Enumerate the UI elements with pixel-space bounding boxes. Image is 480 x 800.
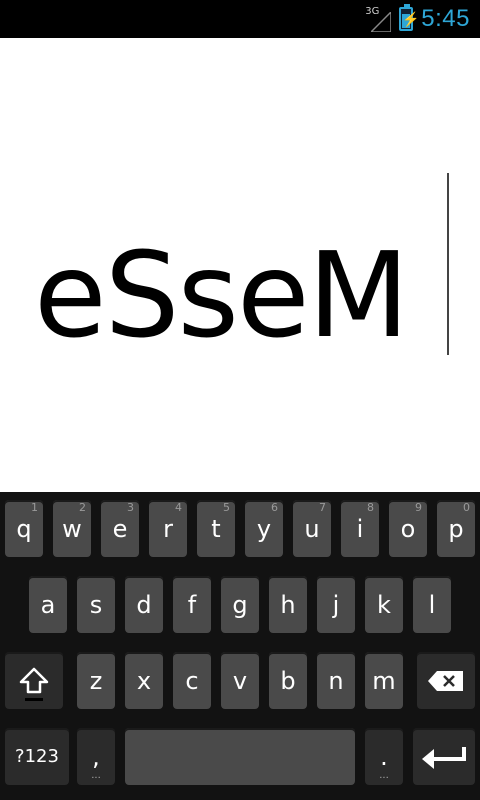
key-x[interactable]: x xyxy=(125,652,163,709)
key-label: u xyxy=(304,514,320,543)
key-hint: 1 xyxy=(31,501,38,514)
key-hint: 5 xyxy=(223,501,230,514)
key-s[interactable]: s xyxy=(77,576,115,633)
status-icons: 3G ⚡ 5:45 xyxy=(365,0,470,38)
signal-icon: 3G xyxy=(365,6,392,32)
key-m[interactable]: m xyxy=(365,652,403,709)
enter-icon xyxy=(422,746,466,769)
key-n[interactable]: n xyxy=(317,652,355,709)
key-i[interactable]: i8 xyxy=(341,500,379,557)
key-hint: 9 xyxy=(415,501,422,514)
text-editor[interactable]: eSseM xyxy=(0,38,480,492)
key-hint: 3 xyxy=(127,501,134,514)
more-options-indicator: ... xyxy=(379,770,389,781)
key-u[interactable]: u7 xyxy=(293,500,331,557)
backspace-icon xyxy=(428,670,463,691)
period-key[interactable]: . ... xyxy=(365,728,403,785)
clock: 5:45 xyxy=(421,5,470,32)
key-label: r xyxy=(163,514,173,543)
key-hint: 2 xyxy=(79,501,86,514)
key-l[interactable]: l xyxy=(413,576,451,633)
typed-text: eSseM xyxy=(34,226,409,364)
key-label: i xyxy=(356,514,364,543)
key-o[interactable]: o9 xyxy=(389,500,427,557)
key-label: w xyxy=(62,514,82,543)
key-label: e xyxy=(112,514,128,543)
key-g[interactable]: g xyxy=(221,576,259,633)
symbols-key[interactable]: ?123 xyxy=(5,728,69,785)
key-f[interactable]: f xyxy=(173,576,211,633)
key-label: p xyxy=(448,514,464,543)
key-q[interactable]: q1 xyxy=(5,500,43,557)
key-hint: 7 xyxy=(319,501,326,514)
enter-key[interactable] xyxy=(413,728,475,785)
key-d[interactable]: d xyxy=(125,576,163,633)
key-t[interactable]: t5 xyxy=(197,500,235,557)
key-label: y xyxy=(256,514,272,543)
keyboard: q1 w2 e3 r4 t5 y6 u7 i8 o9 p0 a s d f g … xyxy=(0,492,480,800)
comma-key[interactable]: , ... xyxy=(77,728,115,785)
key-z[interactable]: z xyxy=(77,652,115,709)
battery-icon: ⚡ xyxy=(399,4,420,31)
key-hint: 4 xyxy=(175,501,182,514)
key-j[interactable]: j xyxy=(317,576,355,633)
key-h[interactable]: h xyxy=(269,576,307,633)
key-v[interactable]: v xyxy=(221,652,259,709)
key-y[interactable]: y6 xyxy=(245,500,283,557)
key-label: q xyxy=(16,514,32,543)
space-key[interactable] xyxy=(125,728,355,785)
key-hint: 6 xyxy=(271,501,278,514)
key-e[interactable]: e3 xyxy=(101,500,139,557)
key-k[interactable]: k xyxy=(365,576,403,633)
key-label: , xyxy=(92,742,100,771)
key-b[interactable]: b xyxy=(269,652,307,709)
key-w[interactable]: w2 xyxy=(53,500,91,557)
status-bar: 3G ⚡ 5:45 xyxy=(0,0,480,38)
key-a[interactable]: a xyxy=(29,576,67,633)
key-label: o xyxy=(400,514,416,543)
key-label: . xyxy=(380,742,388,771)
key-p[interactable]: p0 xyxy=(437,500,475,557)
key-hint: 0 xyxy=(463,501,470,514)
shift-icon xyxy=(19,667,49,693)
text-cursor xyxy=(447,173,449,355)
backspace-key[interactable] xyxy=(417,652,475,709)
shift-key[interactable] xyxy=(5,652,63,709)
key-c[interactable]: c xyxy=(173,652,211,709)
more-options-indicator: ... xyxy=(91,770,101,781)
key-hint: 8 xyxy=(367,501,374,514)
key-r[interactable]: r4 xyxy=(149,500,187,557)
key-label: t xyxy=(211,514,221,543)
